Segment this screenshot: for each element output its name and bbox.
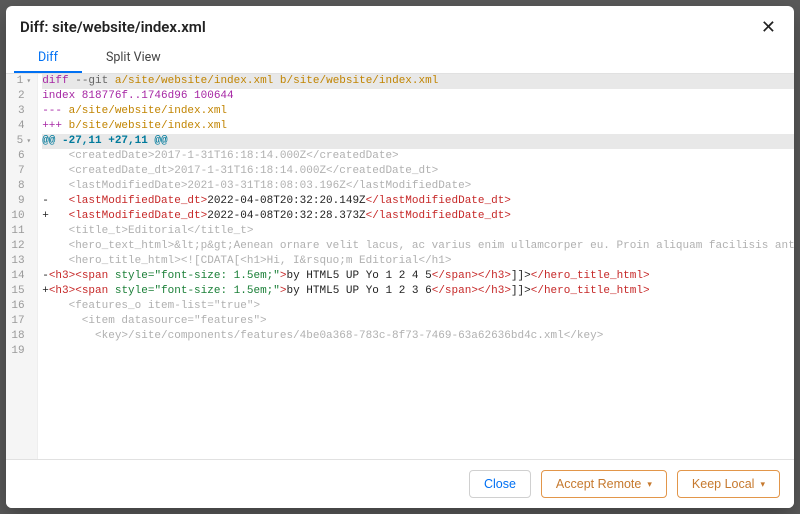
fold-arrow-icon[interactable]: ▾ <box>23 74 31 89</box>
code-line: <hero_text_html>&lt;p&gt;Aenean ornare v… <box>42 239 794 254</box>
diff-code-viewer[interactable]: 1▾ 2 3 4 5▾ 6 7 8 9 10 11 12 13 14 15 16… <box>6 74 794 459</box>
line-number: 8 <box>10 179 31 194</box>
close-button[interactable]: Close <box>469 470 531 498</box>
close-icon[interactable]: ✕ <box>757 16 780 38</box>
code-line: <createdDate_dt>2017-1-31T16:18:14.000Z<… <box>42 164 794 179</box>
chevron-down-icon: ▾ <box>760 479 765 490</box>
code-line: --- a/site/website/index.xml <box>42 104 794 119</box>
code-line: -<h3><span style="font-size: 1.5em;">by … <box>42 269 794 284</box>
line-number: 4 <box>10 119 31 134</box>
code-line: index 818776f..1746d96 100644 <box>42 89 794 104</box>
line-number: 2 <box>10 89 31 104</box>
code-line: @@ -27,11 +27,11 @@ <box>42 134 794 149</box>
line-number: 7 <box>10 164 31 179</box>
line-number: 10 <box>10 209 31 224</box>
line-number: 19 <box>10 344 31 359</box>
code-line: + <lastModifiedDate_dt>2022-04-08T20:32:… <box>42 209 794 224</box>
line-number: 16 <box>10 299 31 314</box>
dialog-title: Diff: site/website/index.xml <box>20 18 206 36</box>
code-line: +<h3><span style="font-size: 1.5em;">by … <box>42 284 794 299</box>
line-number: 6 <box>10 149 31 164</box>
fold-arrow-icon[interactable]: ▾ <box>23 134 31 149</box>
line-number: 14 <box>10 269 31 284</box>
tabs: Diff Split View <box>6 44 794 74</box>
diff-dialog: Diff: site/website/index.xml ✕ Diff Spli… <box>6 6 794 508</box>
keep-local-button[interactable]: Keep Local ▾ <box>677 470 780 498</box>
code-line: - <lastModifiedDate_dt>2022-04-08T20:32:… <box>42 194 794 209</box>
line-number: 12 <box>10 239 31 254</box>
dialog-header: Diff: site/website/index.xml ✕ <box>6 6 794 44</box>
line-number: 15 <box>10 284 31 299</box>
tab-diff[interactable]: Diff <box>14 44 82 73</box>
line-gutter: 1▾ 2 3 4 5▾ 6 7 8 9 10 11 12 13 14 15 16… <box>6 74 38 459</box>
accept-remote-button[interactable]: Accept Remote ▾ <box>541 470 667 498</box>
accept-remote-label: Accept Remote <box>556 477 641 491</box>
code-line: diff --git a/site/website/index.xml b/si… <box>42 74 794 89</box>
line-number: 1▾ <box>10 74 31 89</box>
tab-split-view[interactable]: Split View <box>82 44 185 73</box>
code-line: <lastModifiedDate>2021-03-31T18:08:03.19… <box>42 179 794 194</box>
line-number: 5▾ <box>10 134 31 149</box>
chevron-down-icon: ▾ <box>647 479 652 490</box>
code-line: <key>/site/components/features/4be0a368-… <box>42 329 794 344</box>
line-number: 11 <box>10 224 31 239</box>
code-line: <createdDate>2017-1-31T16:18:14.000Z</cr… <box>42 149 794 164</box>
line-number: 3 <box>10 104 31 119</box>
line-number: 18 <box>10 329 31 344</box>
code-line: <title_t>Editorial</title_t> <box>42 224 794 239</box>
code-line: +++ b/site/website/index.xml <box>42 119 794 134</box>
line-number: 9 <box>10 194 31 209</box>
close-button-label: Close <box>484 477 516 491</box>
line-number: 13 <box>10 254 31 269</box>
code-line: <features_o item-list="true"> <box>42 299 794 314</box>
keep-local-label: Keep Local <box>692 477 755 491</box>
code-lines: diff --git a/site/website/index.xml b/si… <box>38 74 794 459</box>
line-number: 17 <box>10 314 31 329</box>
code-line: <hero_title_html><![CDATA[<h1>Hi, I&rsqu… <box>42 254 794 269</box>
dialog-footer: Close Accept Remote ▾ Keep Local ▾ <box>6 459 794 508</box>
code-line <box>42 344 794 359</box>
code-line: <item datasource="features"> <box>42 314 794 329</box>
